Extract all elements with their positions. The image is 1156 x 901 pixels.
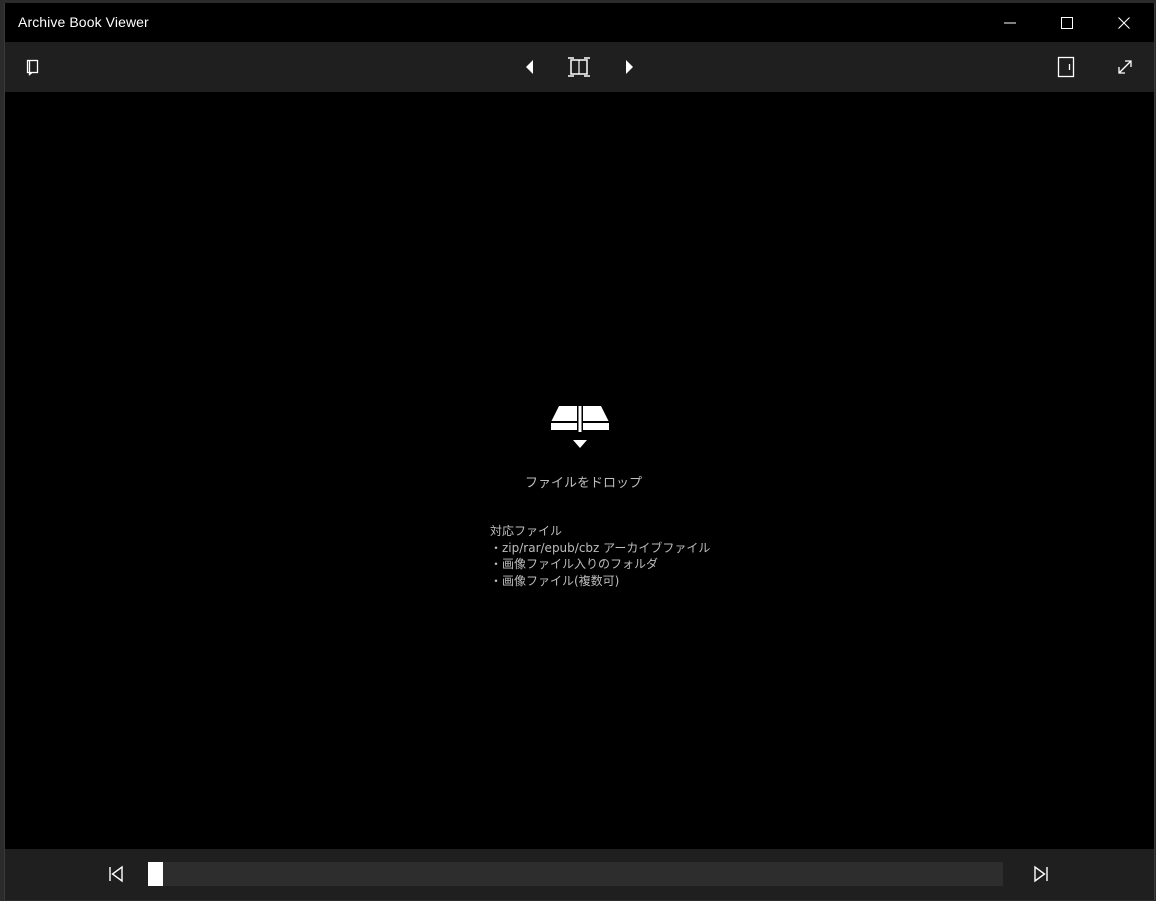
page-slider[interactable] <box>148 862 1003 886</box>
book-spread-button[interactable] <box>9 42 57 92</box>
drop-label: ファイルをドロップ <box>525 476 643 491</box>
viewer-area[interactable]: ファイルをドロップ 対応ファイル ・zip/rar/epub/cbz アーカイブ… <box>5 92 1154 849</box>
close-button[interactable] <box>1095 3 1152 42</box>
single-page-icon <box>1057 56 1075 78</box>
drop-zone[interactable]: ファイルをドロップ <box>525 404 642 491</box>
app-window: Archive Book Viewer ファイルをドロップ 対応ファイル ・zi… <box>4 3 1155 900</box>
last-page-icon <box>1034 865 1048 883</box>
window-title: Archive Book Viewer <box>18 14 149 30</box>
drop-book-icon <box>551 406 609 448</box>
prev-page-icon <box>526 60 533 74</box>
supported-files: 対応ファイル ・zip/rar/epub/cbz アーカイブファイル ・画像ファ… <box>490 523 710 589</box>
supported-item: ・画像ファイル(複数可) <box>490 573 620 588</box>
maximize-icon <box>1060 16 1073 29</box>
single-page-button[interactable] <box>1042 42 1090 92</box>
minimize-icon <box>1003 22 1016 23</box>
bottom-bar <box>5 849 1154 900</box>
first-page-icon <box>109 865 123 883</box>
first-page-button[interactable] <box>101 859 131 889</box>
next-page-icon <box>626 60 633 74</box>
toolbar <box>5 42 1154 92</box>
last-page-button[interactable] <box>1026 859 1056 889</box>
title-bar: Archive Book Viewer <box>5 3 1154 42</box>
prev-page-button[interactable] <box>506 42 554 92</box>
next-page-button[interactable] <box>605 42 653 92</box>
supported-item: ・画像ファイル入りのフォルダ <box>490 557 659 571</box>
close-icon <box>1117 16 1130 29</box>
fullscreen-button[interactable] <box>1101 42 1149 92</box>
fullscreen-icon <box>1118 60 1132 74</box>
maximize-button[interactable] <box>1038 3 1095 42</box>
page-slider-thumb[interactable] <box>148 862 163 886</box>
fit-page-button[interactable] <box>555 42 603 92</box>
minimize-button[interactable] <box>981 3 1038 42</box>
supported-item: ・zip/rar/epub/cbz アーカイブファイル <box>490 540 711 555</box>
fit-page-icon <box>568 57 590 77</box>
book-spread-icon <box>26 59 39 76</box>
supported-title: 対応ファイル <box>490 524 563 538</box>
